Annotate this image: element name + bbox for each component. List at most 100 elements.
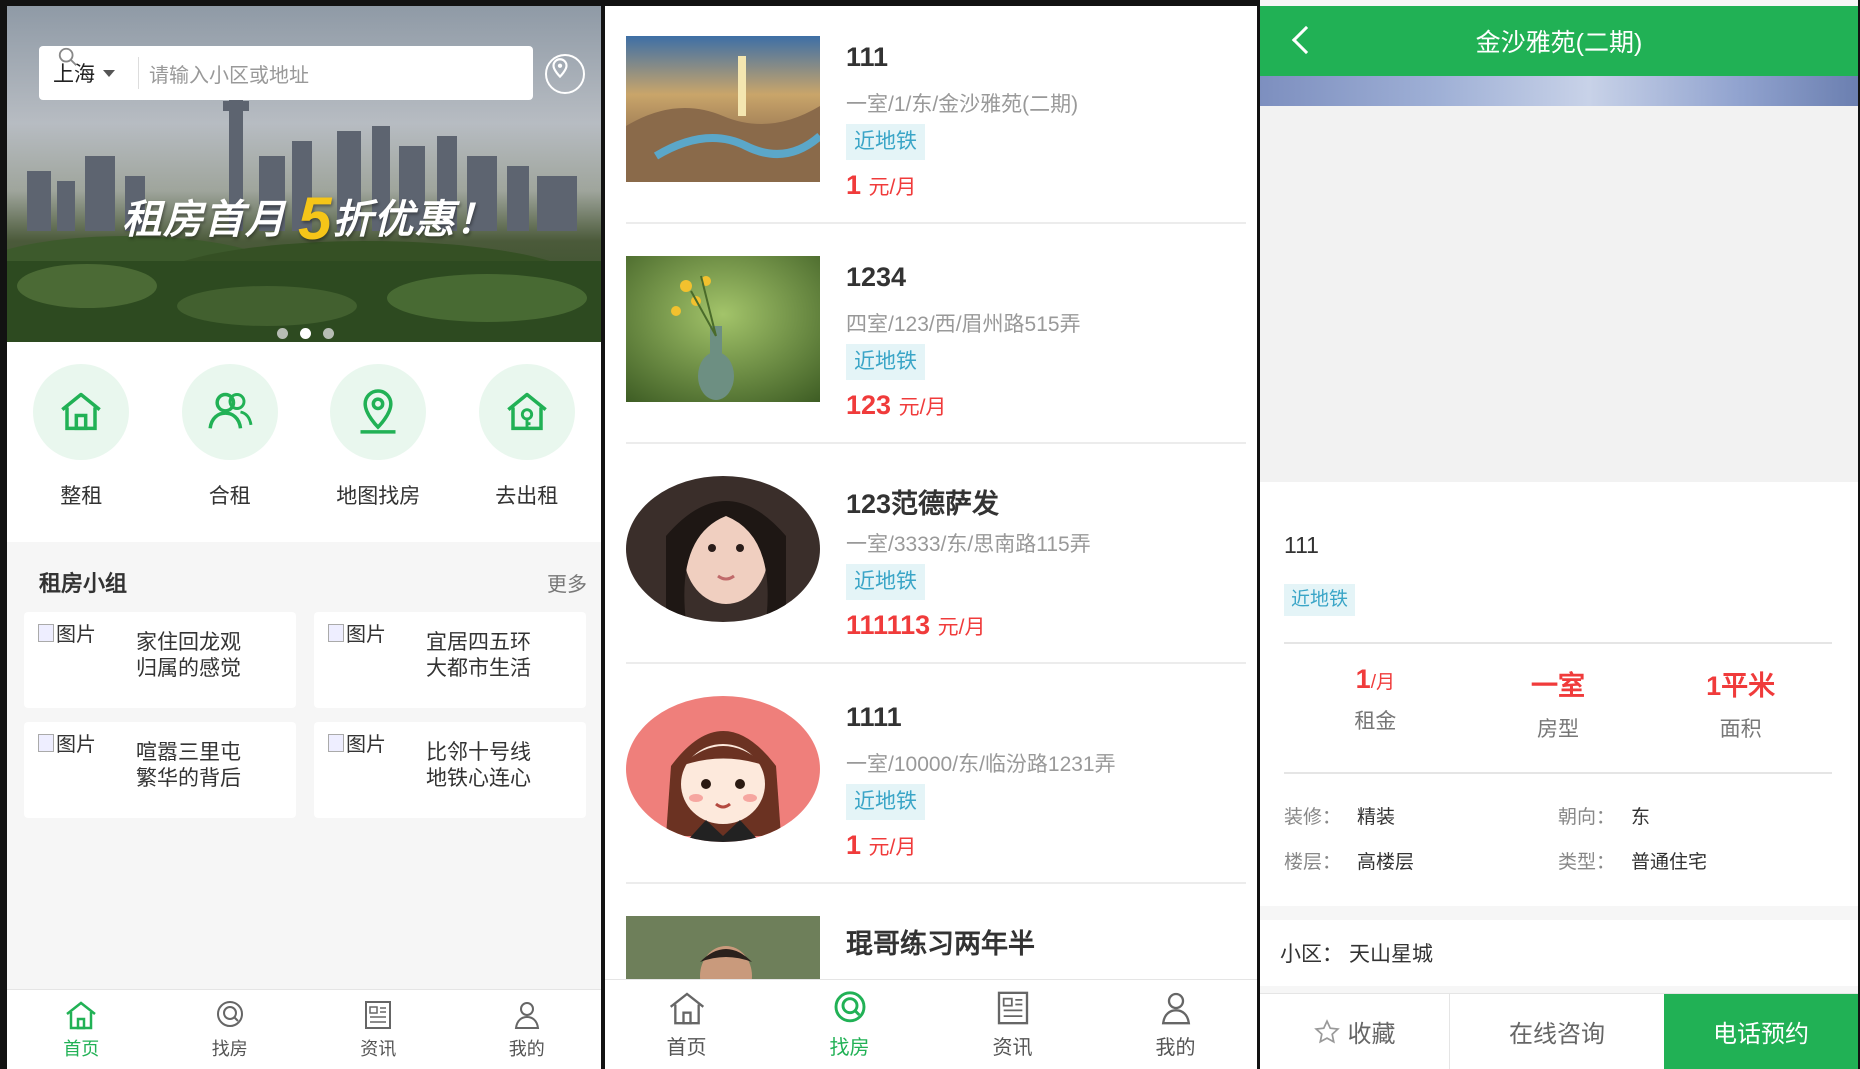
broken-image-icon	[328, 623, 344, 642]
star-icon	[1313, 1018, 1340, 1044]
card-line-2: 归属的感觉	[136, 657, 241, 680]
listing-item[interactable]: 1111 一室/10000/东/临汾路1231弄 近地铁 1 元/月	[626, 666, 1246, 884]
house-info-card: 111 近地铁 1/月 租金 一室 房型 1平米 面积 装修： 精装 朝向： 东 楼…	[1260, 482, 1858, 906]
listing-thumbnail	[626, 256, 820, 402]
favorite-button[interactable]: 收藏	[1260, 994, 1450, 1069]
quick-nav: 整租 合租 地图找房 去出租	[7, 342, 601, 542]
price-unit: 元/月	[937, 616, 986, 639]
price-unit: 元/月	[898, 396, 947, 419]
house-tag: 近地铁	[1284, 584, 1356, 616]
quick-nav-shared-rent[interactable]: 合租	[170, 364, 290, 542]
community-label: 小区：	[1280, 943, 1343, 966]
tab-find-house[interactable]: 找房	[185, 999, 275, 1061]
price-value: 123	[846, 390, 892, 420]
back-arrow-icon[interactable]	[1291, 25, 1321, 55]
group-card[interactable]: 图片 家住回龙观 归属的感觉	[24, 612, 296, 708]
community-row[interactable]: 小区： 天山星城	[1260, 920, 1858, 986]
tab-home[interactable]: 首页	[642, 989, 732, 1060]
house-stats: 1/月 租金 一室 房型 1平米 面积	[1284, 664, 1832, 743]
attr-value: 高楼层	[1357, 852, 1415, 873]
attr-orientation: 朝向： 东	[1558, 802, 1832, 829]
image-alt-text: 图片	[56, 734, 96, 756]
quick-nav-label: 合租	[208, 485, 251, 508]
flower-vase-image	[626, 256, 820, 402]
news-icon	[997, 991, 1028, 1025]
city-selector[interactable]: 上海	[39, 57, 139, 89]
listing-thumbnail	[626, 696, 820, 842]
home-icon	[66, 1000, 97, 1029]
phone-booking-button[interactable]: 电话预约	[1664, 994, 1858, 1069]
house-detail-screen: 金沙雅苑(二期) 111 近地铁 1/月 租金 一室 房型 1平米 面积 装修：…	[1260, 0, 1858, 1069]
attr-decoration: 装修： 精装	[1284, 802, 1558, 829]
search-input[interactable]: 请输入小区或地址	[149, 59, 309, 88]
stat-rent: 1/月 租金	[1284, 664, 1467, 743]
broken-image-icon	[328, 733, 344, 752]
listing-item[interactable]: 1234 四室/123/西/眉州路515弄 近地铁 123 元/月	[626, 226, 1246, 444]
tab-news[interactable]: 资讯	[333, 999, 423, 1061]
card-image: 图片	[328, 618, 386, 647]
attr-value: 普通住宅	[1631, 852, 1708, 873]
more-link[interactable]: 更多	[547, 568, 587, 597]
promo-banner[interactable]: 上海 请输入小区或地址 租房首月 5折优惠！	[7, 6, 601, 342]
news-icon	[365, 1000, 392, 1029]
screenshot-root: 上海 请输入小区或地址 租房首月 5折优惠！ 整租 合租 地图找房 去出租 租房…	[0, 0, 1860, 1069]
cartoon-girl-image	[626, 696, 820, 842]
quick-nav-map[interactable]: 地图找房	[318, 364, 438, 542]
map-location-button[interactable]	[545, 54, 585, 94]
listing-desc: 四室/123/西/眉州路515弄	[846, 313, 1081, 336]
quick-nav-whole-rent[interactable]: 整租	[21, 364, 141, 542]
stat-value: 1/月	[1284, 664, 1467, 695]
tab-label: 资讯	[992, 1037, 1033, 1059]
attr-key: 楼层：	[1284, 852, 1342, 873]
tab-find-house[interactable]: 找房	[805, 989, 895, 1060]
divider	[1284, 642, 1832, 644]
banner-dot[interactable]	[323, 328, 334, 339]
tab-news[interactable]: 资讯	[968, 989, 1058, 1060]
house-icon	[61, 392, 102, 431]
card-image: 图片	[328, 728, 386, 757]
listing-price: 1 元/月	[846, 830, 916, 861]
divider	[1284, 772, 1832, 774]
house-photo-gallery[interactable]	[1260, 106, 1858, 482]
community-value: 天山星城	[1349, 943, 1433, 966]
quick-nav-label: 地图找房	[336, 485, 421, 508]
banner-dot[interactable]	[277, 328, 288, 339]
listing-desc: 一室/3333/东/思南路115弄	[846, 533, 1091, 556]
quick-nav-list-out[interactable]: 去出租	[467, 364, 587, 542]
home-screen: 上海 请输入小区或地址 租房首月 5折优惠！ 整租 合租 地图找房 去出租 租房…	[7, 6, 601, 1069]
listing-title: 123范德萨发	[846, 489, 1000, 519]
quick-nav-label: 整租	[60, 485, 103, 508]
card-line-1: 宜居四五环	[426, 631, 531, 654]
caret-down-icon	[103, 69, 115, 77]
tab-mine[interactable]: 我的	[1131, 989, 1221, 1060]
listing-item[interactable]: 123范德萨发 一室/3333/东/思南路115弄 近地铁 111113 元/月	[626, 446, 1246, 664]
listing-item[interactable]: 111 一室/1/东/金沙雅苑(二期) 近地铁 1 元/月	[626, 6, 1246, 224]
card-line-1: 喧嚣三里屯	[136, 741, 241, 764]
bottom-tab-bar: 首页 找房 资讯 我的	[605, 979, 1257, 1069]
group-card[interactable]: 图片 宜居四五环 大都市生活	[314, 612, 586, 708]
stat-value: 1平米	[1706, 671, 1776, 701]
attr-type: 类型： 普通住宅	[1558, 847, 1832, 874]
quick-nav-icon-bg	[181, 364, 278, 460]
bottom-tab-bar: 首页 找房 资讯 我的	[7, 989, 601, 1069]
tab-home[interactable]: 首页	[36, 999, 126, 1061]
favorite-label: 收藏	[1347, 1021, 1396, 1048]
image-alt-text: 图片	[346, 624, 386, 646]
home-icon	[669, 992, 704, 1025]
group-card[interactable]: 图片 喧嚣三里屯 繁华的背后	[24, 722, 296, 818]
banner-promo-text: 租房首月 5折优惠！	[122, 184, 497, 253]
promo-text-b: 折优惠！	[332, 198, 497, 242]
listing-tag: 近地铁	[846, 344, 925, 380]
people-icon	[208, 392, 253, 429]
group-card[interactable]: 图片 比邻十号线 地铁心连心	[314, 722, 586, 818]
promo-text-number: 5	[298, 185, 333, 252]
search-bar[interactable]: 上海 请输入小区或地址	[39, 46, 533, 100]
search-icon	[58, 47, 77, 66]
online-consult-button[interactable]: 在线咨询	[1450, 994, 1664, 1069]
stat-label: 房型	[1537, 718, 1579, 741]
broken-image-icon	[38, 623, 54, 642]
tab-mine[interactable]: 我的	[482, 999, 572, 1061]
banner-dot-active[interactable]	[300, 328, 311, 339]
search-house-icon	[216, 1000, 243, 1027]
user-icon	[1161, 992, 1190, 1025]
